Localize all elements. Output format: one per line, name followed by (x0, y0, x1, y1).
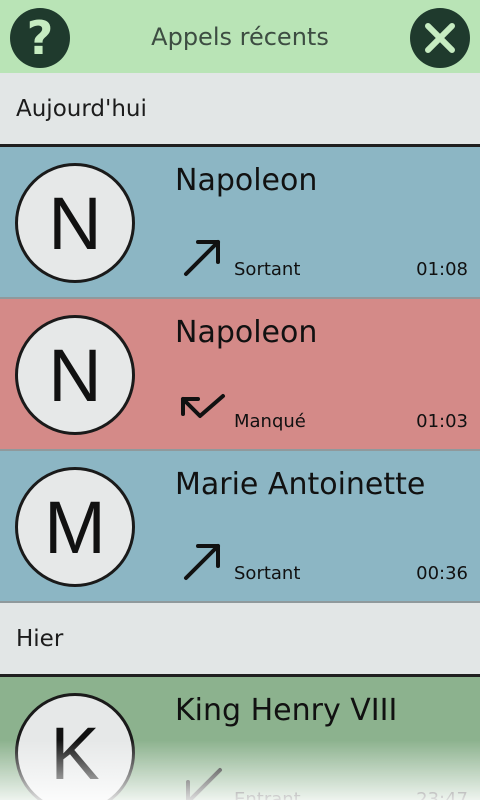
caller-name: Marie Antoinette (175, 467, 426, 502)
call-status: Sortant (234, 563, 301, 584)
call-time: 23:47 (416, 789, 468, 800)
section-header-today: Aujourd'hui (0, 73, 480, 145)
missed-call-icon (181, 394, 225, 418)
call-row[interactable]: K King Henry VIII Entrant 23:47 (0, 677, 480, 800)
call-time: 01:08 (416, 259, 468, 280)
call-time: 01:03 (416, 411, 468, 432)
avatar: M (15, 467, 135, 587)
caller-name: Napoleon (175, 163, 318, 198)
caller-name: Napoleon (175, 315, 318, 350)
app-header: ? Appels récents (0, 0, 480, 73)
call-row[interactable]: N Napoleon Manqué 01:03 (0, 299, 480, 449)
call-status: Sortant (234, 259, 301, 280)
call-time: 00:36 (416, 563, 468, 584)
section-header-yesterday: Hier (0, 603, 480, 675)
avatar: N (15, 163, 135, 283)
call-row[interactable]: N Napoleon Sortant 01:08 (0, 147, 480, 297)
outgoing-arrow-icon (184, 240, 220, 276)
call-status: Manqué (234, 411, 306, 432)
outgoing-arrow-icon (184, 544, 220, 580)
close-icon (425, 23, 455, 53)
section-label: Aujourd'hui (16, 96, 147, 122)
avatar: N (15, 315, 135, 435)
page-title: Appels récents (151, 22, 329, 51)
section-label: Hier (16, 626, 64, 652)
caller-name: King Henry VIII (175, 693, 398, 728)
call-status: Entrant (234, 789, 301, 800)
incoming-arrow-icon (186, 768, 222, 800)
close-button[interactable] (410, 8, 470, 68)
avatar: K (15, 693, 135, 800)
call-row[interactable]: M Marie Antoinette Sortant 00:36 (0, 451, 480, 601)
